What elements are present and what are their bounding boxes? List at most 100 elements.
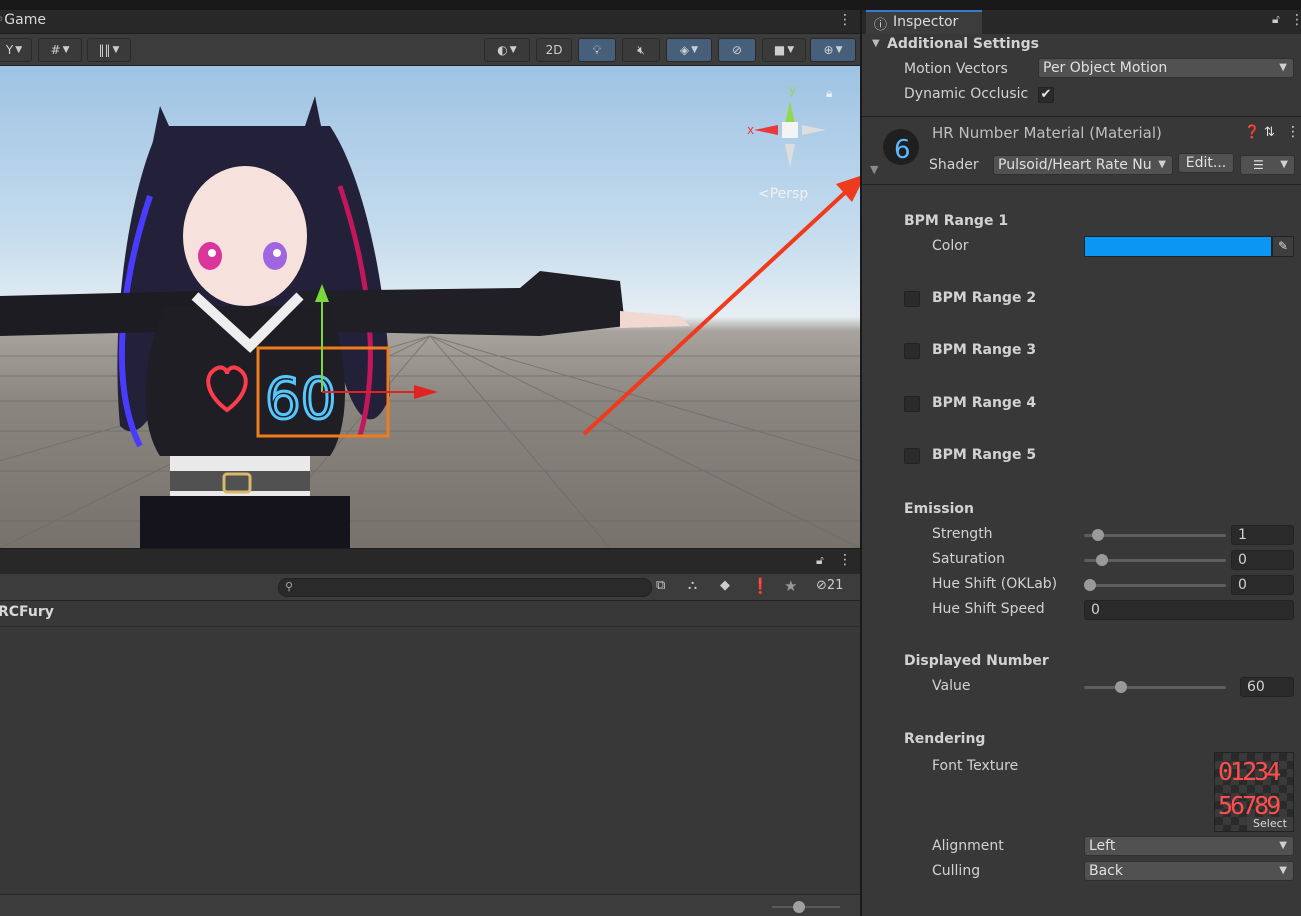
list-item[interactable]: RCFury — [0, 601, 860, 627]
dynamic-occlusion-checkbox[interactable]: ✔ — [1038, 87, 1054, 103]
label-tag-icon[interactable]: ◆ — [720, 578, 730, 593]
inspector-top-strip — [862, 0, 1301, 10]
expand-window-icon[interactable]: ⧉ — [656, 578, 665, 593]
scene-toolbar: Y ▼ # ▼ ‖‖ ▼ ◐ ▼ 2D 💡︎ 🔇︎ ◈ ▼ ⊘ ■ ▼ ⊕ ▼ — [0, 34, 860, 66]
zoom-slider-knob[interactable] — [793, 901, 805, 913]
pivot-icon: Y — [5, 43, 14, 57]
culling-label: Culling — [932, 863, 981, 879]
strength-slider-knob[interactable] — [1092, 529, 1104, 541]
component-menu-icon[interactable]: ⋮ — [1286, 124, 1300, 140]
font-texture-slot[interactable]: 01234 56789 Select — [1214, 752, 1294, 832]
emission-header: Emission — [904, 501, 974, 517]
help-icon[interactable]: ❓ — [1244, 125, 1260, 140]
bpm-range-5-label[interactable]: BPM Range 5 — [932, 447, 1036, 463]
font-texture-row2: 56789 — [1218, 791, 1281, 820]
audio-toggle[interactable]: 🔇︎ — [622, 38, 660, 62]
bpm-range-5-checkbox[interactable] — [904, 448, 920, 464]
divider — [862, 184, 1301, 185]
bpm-range-3-label[interactable]: BPM Range 3 — [932, 342, 1036, 358]
inspector-panel: ⓘ Inspector 🔓︎ ⋮ ▼ Additional Settings M… — [860, 0, 1301, 916]
value-label: Value — [932, 678, 971, 694]
row-label: RCFury — [0, 604, 54, 620]
filter-by-type-icon[interactable]: ⛬ — [688, 578, 697, 593]
orientation-gizmo[interactable]: y x — [747, 83, 826, 168]
tab-menu-icon[interactable]: ⋮ — [838, 12, 852, 28]
info-icon: ⓘ — [874, 18, 888, 33]
search-input[interactable]: ⚲ — [278, 578, 652, 597]
value-slider[interactable] — [1084, 686, 1226, 689]
edit-shader-button[interactable]: Edit... — [1178, 153, 1234, 173]
material-name: HR Number Material (Material) — [932, 124, 1162, 142]
select-texture-button[interactable]: Select — [1247, 817, 1293, 831]
scene-tab-bar: ◦Game ⋮ — [0, 10, 860, 34]
bpm-range-4-label[interactable]: BPM Range 4 — [932, 395, 1036, 411]
bpm-range-4-checkbox[interactable] — [904, 396, 920, 412]
saturation-label: Saturation — [932, 551, 1005, 567]
culling-dropdown[interactable]: Back ▼ — [1084, 861, 1294, 881]
tab-game[interactable]: ◦Game — [0, 12, 46, 28]
value-input[interactable]: 60 — [1240, 677, 1294, 697]
additional-settings-header[interactable]: Additional Settings — [887, 36, 1039, 52]
hue-speed-label: Hue Shift Speed — [932, 601, 1045, 617]
list-icon: ☰ — [1253, 158, 1264, 172]
bpm-range-3-checkbox[interactable] — [904, 343, 920, 359]
hue-shift-slider-knob[interactable] — [1084, 579, 1096, 591]
bpm-range-2-label[interactable]: BPM Range 2 — [932, 290, 1036, 306]
chevron-down-icon: ▼ — [1279, 865, 1287, 876]
bpm-range-1-header: BPM Range 1 — [904, 213, 1009, 229]
motion-vectors-dropdown[interactable]: Per Object Motion ▼ — [1038, 58, 1294, 78]
hue-shift-slider[interactable] — [1084, 584, 1226, 587]
annotation-arrow — [582, 174, 866, 436]
eyedropper-icon[interactable]: ✎ — [1272, 236, 1294, 257]
value-slider-knob[interactable] — [1115, 681, 1127, 693]
warning-icon[interactable]: ❗ — [751, 577, 770, 595]
grid-snap-dropdown[interactable]: # ▼ — [38, 38, 82, 62]
foldout-arrow-icon[interactable]: ▼ — [872, 38, 880, 49]
alignment-dropdown[interactable]: Left ▼ — [1084, 836, 1294, 856]
grid-icon: # — [50, 43, 61, 57]
gizmo-y-label: y — [789, 83, 796, 97]
hierarchy-body — [0, 627, 860, 894]
strength-input[interactable]: 1 — [1231, 525, 1294, 545]
eye-slash-icon: ⊘ — [816, 578, 827, 593]
heart-number-text: 60 — [265, 367, 336, 432]
layers-icon: ◈ — [679, 43, 690, 57]
material-foldout-icon[interactable]: ▼ — [870, 163, 878, 176]
divider — [862, 116, 1301, 117]
camera-dropdown[interactable]: ■ ▼ — [762, 38, 806, 62]
strength-slider[interactable] — [1084, 534, 1226, 537]
window-top-strip — [0, 0, 860, 10]
rendering-header: Rendering — [904, 731, 986, 747]
increment-snap-dropdown[interactable]: ‖‖ ▼ — [87, 38, 131, 62]
hidden-objects-toggle[interactable]: ⊘ — [718, 38, 756, 62]
globe-icon: ⊕ — [823, 43, 834, 57]
mode-2d-button[interactable]: 2D — [536, 38, 572, 62]
tab-inspector[interactable]: ⓘ Inspector — [866, 10, 982, 34]
camera-icon: ■ — [773, 43, 786, 57]
hue-speed-input[interactable]: 0 — [1084, 600, 1294, 620]
lock-icon[interactable]: 🔓︎ — [816, 553, 824, 568]
chevron-down-icon: ▼ — [1279, 840, 1287, 851]
preset-sliders-icon[interactable]: ⇅ — [1264, 125, 1275, 140]
lock-icon[interactable]: 🔓︎ — [1272, 12, 1280, 27]
lighting-toggle[interactable]: 💡︎ — [578, 38, 616, 62]
inspector-menu-icon[interactable]: ⋮ — [1290, 12, 1301, 28]
hue-shift-input[interactable]: 0 — [1231, 575, 1294, 595]
font-texture-row1: 01234 — [1218, 757, 1281, 786]
gizmos-dropdown[interactable]: ⊕ ▼ — [810, 38, 856, 62]
zoom-slider-track[interactable] — [772, 906, 840, 908]
hidden-count[interactable]: ⊘21 — [816, 578, 843, 593]
shader-options-dropdown[interactable]: ☰ ▼ — [1240, 155, 1295, 175]
bpm-range-2-checkbox[interactable] — [904, 291, 920, 307]
transform-tool-dropdown[interactable]: Y ▼ — [0, 38, 32, 62]
saturation-slider-knob[interactable] — [1096, 554, 1108, 566]
favorite-star-icon[interactable]: ★ — [784, 577, 797, 595]
shader-dropdown[interactable]: Pulsoid/Heart Rate Nu ▼ — [993, 155, 1173, 175]
saturation-input[interactable]: 0 — [1231, 550, 1294, 570]
chevron-down-icon: ▼ — [1158, 159, 1166, 170]
effects-dropdown[interactable]: ◈ ▼ — [666, 38, 712, 62]
color-swatch[interactable] — [1084, 236, 1272, 257]
draw-mode-dropdown[interactable]: ◐ ▼ — [484, 38, 530, 62]
lock-icon[interactable]: 🔒︎ — [826, 86, 832, 101]
panel-menu-icon[interactable]: ⋮ — [838, 552, 852, 568]
